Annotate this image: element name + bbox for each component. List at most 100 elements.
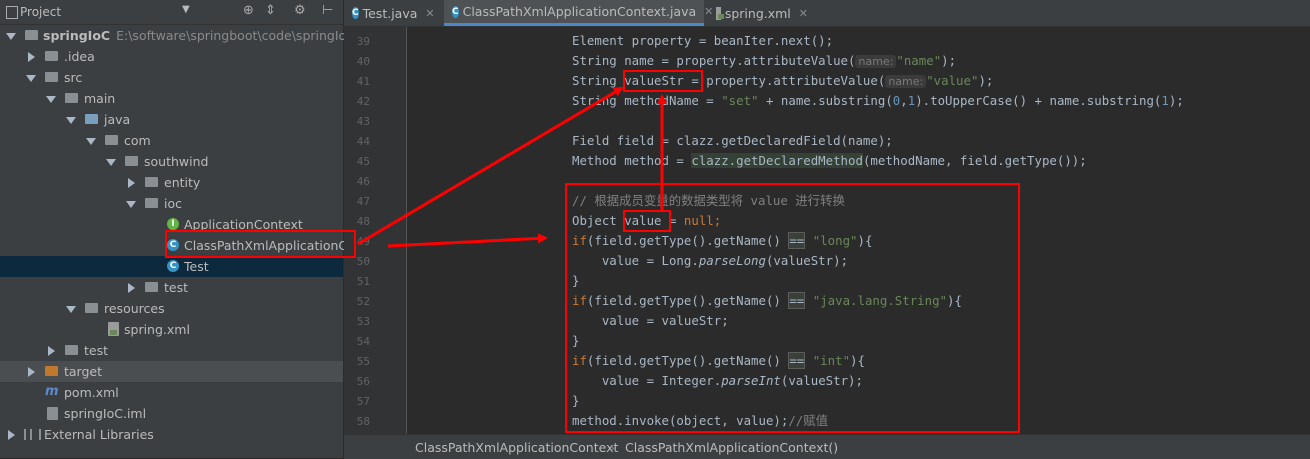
- line-number: 54: [356, 335, 370, 348]
- line-number: 46: [356, 175, 370, 188]
- expand-open-icon[interactable]: [86, 138, 96, 145]
- tree-item-java[interactable]: java: [0, 109, 343, 130]
- tree-item-label: External Libraries: [44, 427, 154, 442]
- line-number: 58: [356, 415, 370, 428]
- tree-item-main[interactable]: main: [0, 88, 343, 109]
- tree-item-spring-xml[interactable]: spring.xml: [0, 319, 343, 340]
- project-panel-title[interactable]: Project: [20, 5, 61, 19]
- tree-item-src[interactable]: src: [0, 67, 343, 88]
- tree-item-label: com: [124, 133, 151, 148]
- tab-label: Test.java: [362, 5, 418, 21]
- tree-item-test-class[interactable]: C Test: [0, 256, 343, 277]
- expand-open-icon[interactable]: [6, 33, 16, 40]
- tree-item-label: test: [84, 343, 109, 358]
- expand-open-icon[interactable]: [26, 75, 36, 82]
- tab-spring-xml[interactable]: spring.xml ✕: [706, 0, 816, 26]
- tree-item-southwind[interactable]: southwind: [0, 151, 343, 172]
- code-line[interactable]: Field field = clazz.getDeclaredField(nam…: [572, 131, 893, 151]
- breadcrumb-item-class[interactable]: ClassPathXmlApplicationContext: [415, 440, 618, 455]
- tree-item-label: test: [164, 280, 189, 295]
- tree-item-springioc[interactable]: springIoC E:\software\springboot\code\spr…: [0, 25, 355, 46]
- project-panel-header: Project ▼ ⊕ ⇕ ⚙ ⊢: [0, 0, 343, 25]
- folder-icon: [45, 72, 58, 82]
- xml-file-icon: [108, 322, 119, 336]
- line-number: 40: [356, 55, 370, 68]
- folder-icon: [65, 93, 78, 103]
- class-icon: C: [452, 5, 459, 18]
- tree-item-com[interactable]: com: [0, 130, 343, 151]
- tab-label: ClassPathXmlApplicationContext.java: [462, 4, 697, 19]
- tree-item-label: spring.xml: [124, 322, 190, 337]
- xml-file-icon: [716, 6, 724, 20]
- tree-item-external-libraries[interactable]: External Libraries: [0, 424, 343, 445]
- line-number: 51: [356, 275, 370, 288]
- locate-icon[interactable]: ⊕: [243, 3, 254, 18]
- line-number: 45: [356, 155, 370, 168]
- code-line[interactable]: Element property = beanIter.next();: [572, 31, 833, 51]
- line-number: 41: [356, 75, 370, 88]
- tree-item-test-package[interactable]: test: [0, 277, 343, 298]
- breadcrumb-item-constructor[interactable]: ClassPathXmlApplicationContext(): [625, 440, 838, 455]
- tree-item-entity[interactable]: entity: [0, 172, 343, 193]
- tab-test-java[interactable]: C Test.java ✕: [344, 0, 442, 26]
- line-number: 39: [356, 35, 370, 48]
- expand-open-icon[interactable]: [66, 117, 76, 124]
- library-icon: [24, 429, 41, 440]
- code-line[interactable]: String name = property.attributeValue(na…: [572, 51, 956, 71]
- resources-folder-icon: [85, 303, 98, 313]
- collapse-icon[interactable]: ⇕: [265, 3, 276, 18]
- code-line[interactable]: Method method = clazz.getDeclaredMethod(…: [572, 151, 1087, 171]
- code-line[interactable]: String methodName = "set" + name.substri…: [572, 91, 1184, 111]
- tree-item-resources[interactable]: resources: [0, 298, 343, 319]
- tree-item-ioc[interactable]: ioc: [0, 193, 343, 214]
- hide-icon[interactable]: ⊢: [322, 3, 333, 18]
- breadcrumb-separator-icon: ›: [610, 440, 615, 455]
- maven-icon: m: [45, 384, 59, 399]
- gear-icon[interactable]: ⚙: [294, 3, 306, 18]
- tree-item-label: java: [104, 112, 131, 127]
- tree-item-label: springIoC: [43, 28, 111, 43]
- folder-icon: [25, 30, 38, 40]
- tree-item-label: target: [64, 364, 103, 379]
- line-number: 42: [356, 95, 370, 108]
- tree-item-idea[interactable]: .idea: [0, 46, 343, 67]
- source-folder-icon: [85, 114, 98, 124]
- usage-highlight: clazz.getDeclaredMethod: [691, 153, 863, 168]
- package-icon: [105, 135, 118, 145]
- folder-icon: [45, 51, 58, 61]
- annotation-box-value: [623, 210, 671, 232]
- tree-item-pom-xml[interactable]: m pom.xml: [0, 382, 343, 403]
- tree-item-target[interactable]: target: [0, 361, 343, 382]
- chevron-down-icon[interactable]: ▼: [182, 4, 190, 15]
- tree-item-label: southwind: [144, 154, 209, 169]
- tab-label: spring.xml: [724, 5, 791, 21]
- line-number: 55: [356, 355, 370, 368]
- close-icon[interactable]: ✕: [425, 7, 434, 20]
- expand-closed-icon[interactable]: [8, 430, 15, 440]
- line-number: 44: [356, 135, 370, 148]
- tree-item-springioc-iml[interactable]: springIoC.iml: [0, 403, 343, 424]
- breadcrumb: ClassPathXmlApplicationContext › ClassPa…: [344, 434, 1310, 459]
- expand-closed-icon[interactable]: [128, 283, 135, 293]
- project-panel: Project ▼ ⊕ ⇕ ⚙ ⊢ springIoC E:\software\s…: [0, 0, 387, 458]
- expand-open-icon[interactable]: [106, 159, 116, 166]
- tree-item-label: springIoC.iml: [64, 406, 147, 421]
- tab-classpathxmlapplicationcontext[interactable]: C ClassPathXmlApplicationContext.java ✕: [444, 0, 713, 26]
- expand-closed-icon[interactable]: [128, 178, 135, 188]
- expand-open-icon[interactable]: [126, 201, 136, 208]
- project-icon: [6, 6, 18, 19]
- editor-tabs: C Test.java ✕ C ClassPathXmlApplicationC…: [344, 0, 1310, 27]
- expand-closed-icon[interactable]: [28, 52, 35, 62]
- expand-open-icon[interactable]: [66, 306, 76, 313]
- interface-icon: I: [167, 218, 179, 230]
- line-number: 57: [356, 395, 370, 408]
- annotation-box-valuestr: [623, 70, 703, 92]
- tree-item-test-folder[interactable]: test: [0, 340, 343, 361]
- expand-closed-icon[interactable]: [48, 346, 55, 356]
- parameter-hint: name:: [885, 75, 927, 88]
- tree-item-label: Test: [184, 259, 209, 274]
- line-number: 47: [356, 195, 370, 208]
- expand-closed-icon[interactable]: [28, 367, 35, 377]
- expand-open-icon[interactable]: [46, 96, 56, 103]
- close-icon[interactable]: ✕: [799, 7, 808, 20]
